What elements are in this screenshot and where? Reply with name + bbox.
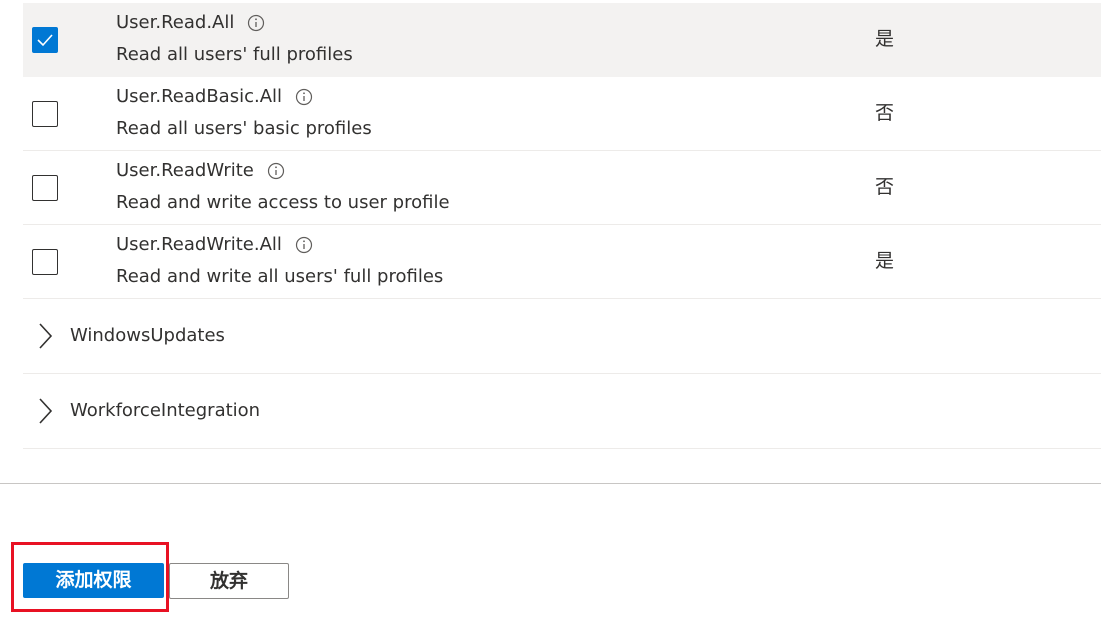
permission-row-user-readwrite-all[interactable]: User.ReadWrite.All Read and write all us… — [23, 225, 1101, 299]
admin-consent-required: 是 — [875, 28, 895, 50]
chevron-right-icon[interactable] — [35, 322, 55, 350]
request-permissions-panel: User.Read.All Read all users' full profi… — [0, 0, 1101, 618]
permission-group-label: WorkforceIntegration — [70, 400, 261, 421]
permission-name: User.ReadBasic.All — [116, 86, 283, 107]
permission-group-workforceintegration[interactable]: WorkforceIntegration — [23, 374, 1101, 449]
permission-description: Read and write access to user profile — [116, 192, 450, 213]
permission-row-user-readbasic-all[interactable]: User.ReadBasic.All Read all users' basic… — [23, 77, 1101, 151]
info-icon[interactable] — [295, 88, 313, 106]
info-icon[interactable] — [267, 162, 285, 180]
permission-description: Read all users' full profiles — [116, 44, 353, 65]
permission-row-user-readwrite[interactable]: User.ReadWrite Read and write access to … — [23, 151, 1101, 225]
permission-checkbox[interactable] — [32, 249, 58, 275]
info-icon[interactable] — [247, 14, 265, 32]
permission-description: Read and write all users' full profiles — [116, 266, 444, 287]
permission-name: User.ReadWrite.All — [116, 234, 282, 255]
chevron-right-icon[interactable] — [35, 397, 55, 425]
permission-checkbox[interactable] — [32, 101, 58, 127]
info-icon[interactable] — [295, 236, 313, 254]
admin-consent-required: 是 — [875, 250, 895, 272]
discard-button[interactable]: 放弃 — [169, 563, 289, 599]
footer-divider — [0, 483, 1101, 484]
permission-group-windowsupdates[interactable]: WindowsUpdates — [23, 299, 1101, 374]
permission-group-label: WindowsUpdates — [70, 325, 225, 346]
admin-consent-required: 否 — [875, 176, 895, 198]
permission-list: User.Read.All Read all users' full profi… — [23, 3, 1101, 449]
permission-checkbox[interactable] — [32, 175, 58, 201]
add-permissions-button[interactable]: 添加权限 — [23, 563, 164, 598]
permission-row-user-read-all[interactable]: User.Read.All Read all users' full profi… — [23, 3, 1101, 77]
checkmark-icon — [37, 34, 53, 47]
permission-name: User.ReadWrite — [116, 160, 254, 181]
permission-checkbox[interactable] — [32, 27, 58, 53]
permission-name: User.Read.All — [116, 12, 235, 33]
permission-description: Read all users' basic profiles — [116, 118, 372, 139]
admin-consent-required: 否 — [875, 102, 895, 124]
